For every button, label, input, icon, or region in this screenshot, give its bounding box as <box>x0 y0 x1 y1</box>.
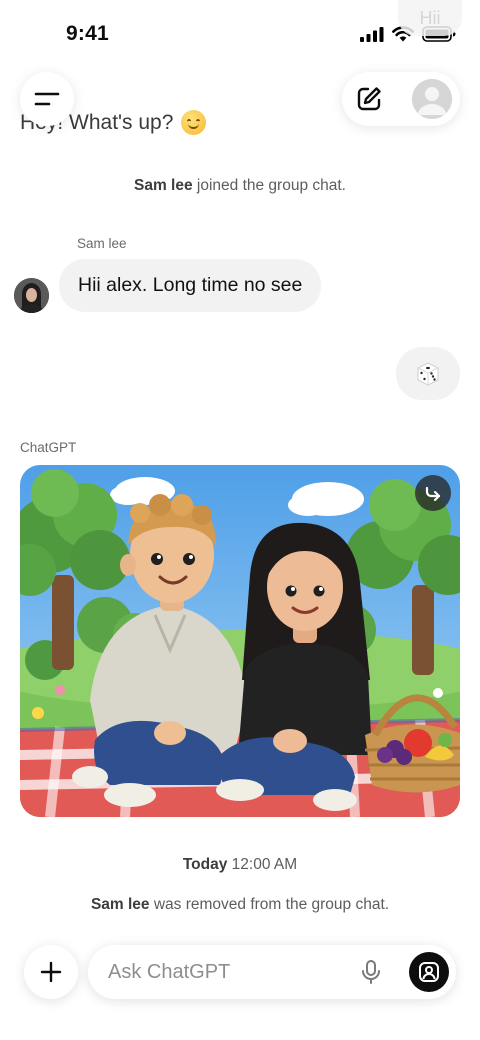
new-chat-button[interactable] <box>352 82 386 116</box>
generated-image[interactable] <box>20 465 460 817</box>
smiling-face-emoji-icon <box>181 110 207 135</box>
system-message-text: was removed from the group chat. <box>153 896 390 913</box>
header-actions <box>342 72 460 126</box>
add-attachment-button[interactable] <box>24 945 78 999</box>
share-arrow-icon <box>425 486 441 502</box>
outgoing-message-bubble[interactable] <box>396 347 460 400</box>
user-avatar-icon <box>412 79 452 119</box>
timestamp-divider: Today 12:00 AM <box>0 856 480 874</box>
plus-icon <box>40 961 62 983</box>
timestamp-day: Today <box>182 856 228 873</box>
system-message-text: joined the group chat. <box>196 177 346 194</box>
system-message-name: Sam lee <box>133 177 193 194</box>
system-message-name: Sam lee <box>90 896 150 913</box>
compose-icon <box>357 87 381 111</box>
menu-icon <box>34 92 60 106</box>
voice-mode-icon <box>419 962 439 982</box>
profile-avatar-button[interactable] <box>412 79 452 119</box>
cellular-signal-icon <box>360 26 384 42</box>
die-emoji-icon <box>417 361 439 386</box>
sidebar-menu-button[interactable] <box>20 72 74 126</box>
message-composer <box>88 945 456 999</box>
microphone-icon <box>362 960 380 984</box>
incoming-message-bubble[interactable]: Hii alex. Long time no see <box>59 259 322 312</box>
system-message-joined: Sam lee joined the group chat. <box>0 177 480 195</box>
incoming-sender-label: Sam lee <box>77 236 127 251</box>
sender-avatar[interactable] <box>14 278 49 313</box>
voice-mode-button[interactable] <box>409 952 449 992</box>
incoming-message-text: Hii alex. Long time no see <box>78 274 303 296</box>
scrolled-message-text: Hii <box>419 7 441 28</box>
dictation-button[interactable] <box>358 959 384 985</box>
timestamp-time: 12:00 AM <box>231 856 298 873</box>
share-image-button[interactable] <box>415 475 451 511</box>
scrolled-message-bubble: Hii <box>398 0 462 36</box>
status-time: 9:41 <box>66 22 109 45</box>
system-message-removed: Sam lee was removed from the group chat. <box>0 896 480 914</box>
message-input[interactable] <box>108 945 338 999</box>
chatgpt-sender-label: ChatGPT <box>20 440 77 455</box>
clay-couple-picnic-image <box>20 465 460 817</box>
sender-avatar-photo <box>14 278 49 313</box>
